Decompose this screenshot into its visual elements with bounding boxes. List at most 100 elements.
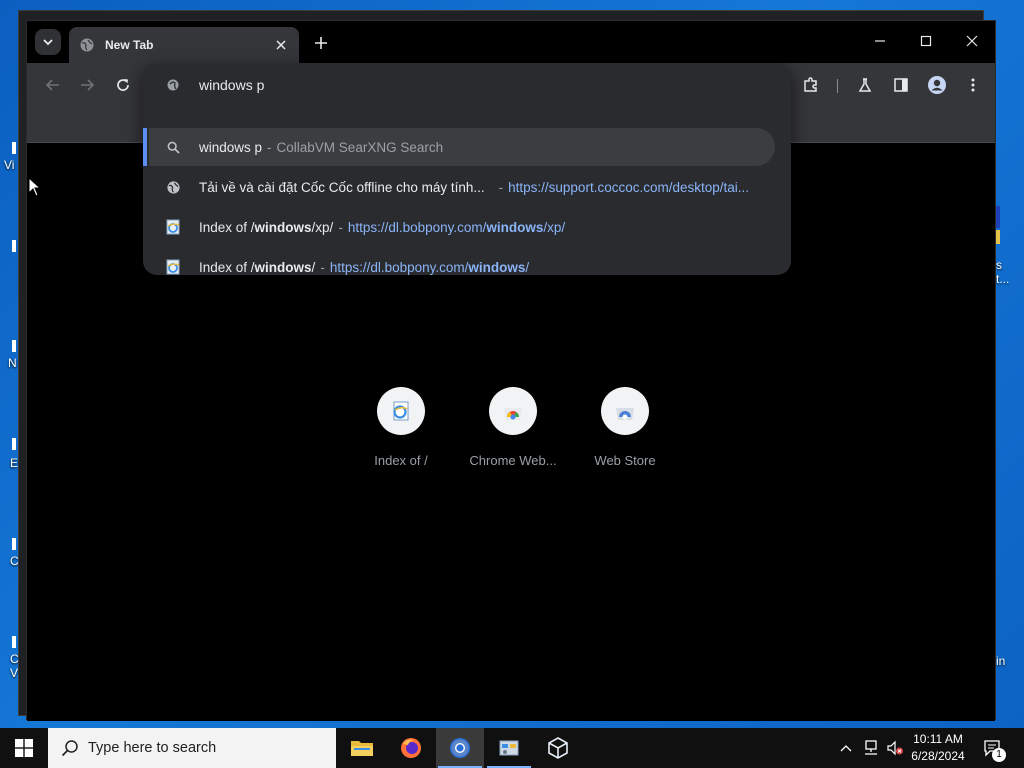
kebab-menu-icon — [971, 78, 975, 92]
shortcut-icon-circle — [489, 387, 537, 435]
desktop-icon-label: t... — [996, 272, 1010, 286]
desktop-icon-fragment[interactable] — [996, 230, 1000, 244]
suggestion-url-part: https://dl.bobpony.com/ — [329, 259, 469, 275]
desktop-icon-fragment[interactable] — [12, 636, 16, 648]
omnibox-suggestion[interactable]: windows p - CollabVM SearXNG Search — [149, 128, 775, 166]
suggestion-text: Index of /windows/xp/ — [199, 220, 333, 235]
suggestion-separator: - — [498, 179, 504, 195]
taskbar: Type here to search 10:11 AM 6/28/2024 1 — [0, 728, 1024, 768]
minimize-icon — [875, 40, 885, 42]
suggestion-url: https://dl.bobpony.com/windows/xp/ — [348, 220, 565, 235]
desktop-icon-label: Vi — [4, 158, 15, 172]
arrow-left-icon — [45, 79, 59, 91]
suggestion-url-part: / — [525, 259, 530, 275]
tab-new-tab[interactable]: New Tab — [69, 27, 299, 63]
taskbar-app-file-explorer[interactable] — [338, 728, 386, 768]
extensions-button[interactable] — [799, 73, 823, 97]
forward-button[interactable] — [75, 73, 99, 97]
close-window-button[interactable] — [949, 25, 995, 57]
puzzle-icon — [804, 77, 817, 92]
close-icon — [276, 40, 286, 50]
suggestion-text: Tải về và cài đặt Cốc Cốc offline cho má… — [199, 179, 485, 195]
tab-close-button[interactable] — [273, 37, 289, 53]
ie-page-icon — [393, 401, 409, 421]
shortcut-icon-circle — [377, 387, 425, 435]
back-button[interactable] — [41, 73, 65, 97]
new-tab-button[interactable] — [309, 31, 333, 55]
toolbar-separator — [837, 79, 838, 93]
notification-count-badge: 1 — [992, 748, 1006, 762]
chrome-web-store-icon — [504, 408, 522, 420]
suggestion-url-part: https://dl.bobpony.com/ — [347, 219, 487, 235]
chevron-up-icon — [840, 745, 852, 752]
taskbar-search-placeholder: Type here to search — [88, 740, 217, 756]
ie-page-icon — [165, 219, 181, 235]
taskbar-app-virtualbox[interactable] — [534, 728, 582, 768]
search-icon — [165, 139, 181, 155]
taskbar-search[interactable]: Type here to search — [48, 728, 336, 768]
suggestion-separator: - — [267, 139, 272, 155]
suggestion-url-part: /xp/ — [543, 219, 566, 235]
chrome-window: New Tab Index of / Chrome Web... Web Sto… — [26, 20, 996, 721]
minimize-button[interactable] — [857, 25, 903, 57]
shortcut-label: Web Store — [594, 453, 656, 468]
chevron-down-icon — [43, 39, 53, 46]
side-panel-button[interactable] — [889, 73, 913, 97]
taskbar-app-firefox[interactable] — [387, 728, 435, 768]
reload-button[interactable] — [111, 73, 135, 97]
network-icon — [865, 740, 877, 755]
arrow-right-icon — [81, 79, 95, 91]
network-button[interactable] — [860, 728, 882, 768]
shortcut-tile[interactable]: Chrome Web... — [468, 387, 558, 468]
mouse-cursor-icon — [28, 177, 42, 197]
suggestion-url: https://dl.bobpony.com/windows/ — [330, 260, 529, 275]
globe-icon — [80, 38, 94, 52]
suggestion-text: windows p — [199, 139, 263, 155]
search-icon — [61, 740, 78, 757]
desktop-icon-fragment[interactable] — [12, 142, 16, 154]
omnibox-text[interactable]: windows p — [199, 77, 264, 93]
suggestion-url: https://support.coccoc.com/desktop/tai..… — [508, 179, 750, 195]
shortcut-tile[interactable]: Index of / — [356, 387, 446, 468]
desktop-icon-label: in — [996, 654, 1006, 668]
taskbar-app-control-panel[interactable] — [485, 728, 533, 768]
suggestion-url-match: windows — [468, 259, 526, 275]
desktop-icon-fragment[interactable] — [12, 538, 16, 550]
selection-indicator — [143, 128, 147, 166]
desktop-icon-fragment[interactable] — [12, 438, 16, 450]
desktop-icon-fragment[interactable] — [996, 206, 1000, 228]
maximize-button[interactable] — [903, 25, 949, 57]
shortcut-label: Index of / — [374, 453, 428, 468]
desktop-icon-fragment[interactable] — [12, 240, 16, 252]
suggestion-text-part: Index of / — [199, 219, 255, 235]
shortcut-icon-circle — [601, 387, 649, 435]
profile-button[interactable] — [925, 73, 949, 97]
shortcut-label: Chrome Web... — [469, 453, 557, 468]
omnibox-suggestion[interactable]: Index of /windows/xp/ - https://dl.bobpo… — [143, 208, 791, 246]
start-button[interactable] — [0, 728, 48, 768]
suggestion-source: CollabVM SearXNG Search — [276, 139, 444, 155]
clock-date: 6/28/2024 — [911, 749, 965, 763]
omnibox-suggestion[interactable]: Index of /windows/ - https://dl.bobpony.… — [143, 248, 791, 286]
suggestion-text-part: / — [311, 259, 316, 275]
suggestion-text-match: windows — [254, 219, 312, 235]
omnibox-input[interactable]: windows p — [143, 63, 791, 107]
avatar-icon — [928, 76, 946, 94]
menu-button[interactable] — [961, 73, 985, 97]
desktop-icon-label: C — [10, 554, 19, 568]
taskbar-app-chrome[interactable] — [436, 728, 484, 768]
notification-center-button[interactable]: 1 — [978, 728, 1008, 768]
omnibox-suggestion[interactable]: Tải về và cài đặt Cốc Cốc offline cho má… — [143, 168, 791, 206]
title-bar[interactable]: New Tab — [27, 21, 995, 63]
tab-search-button[interactable] — [35, 29, 61, 55]
desktop-icon-fragment[interactable] — [12, 340, 16, 352]
reload-icon — [117, 79, 129, 91]
omnibox-dropdown: windows p windows p - CollabVM SearXNG S… — [143, 63, 791, 275]
show-hidden-icons-button[interactable] — [836, 728, 856, 768]
taskbar-clock[interactable]: 10:11 AM 6/28/2024 — [902, 731, 974, 765]
labs-button[interactable] — [853, 73, 877, 97]
suggestion-text-match: windows — [254, 259, 312, 275]
tab-title: New Tab — [105, 38, 154, 52]
shortcut-tile[interactable]: Web Store — [580, 387, 670, 468]
clock-time: 10:11 AM — [913, 732, 963, 746]
